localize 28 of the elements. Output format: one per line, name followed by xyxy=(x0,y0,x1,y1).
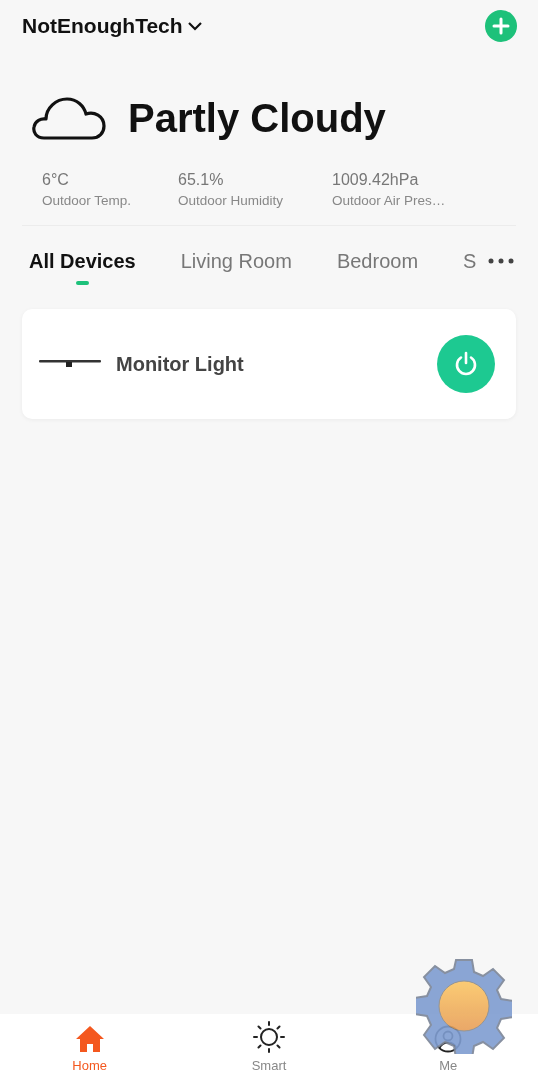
add-button[interactable] xyxy=(485,10,517,42)
room-tab[interactable]: All Devices xyxy=(29,246,136,276)
tab-indicator xyxy=(75,281,89,285)
room-tab[interactable]: Bedroom xyxy=(336,246,419,276)
stat-value: 6°C xyxy=(42,170,70,190)
device-name: Monitor Light xyxy=(116,352,245,377)
nav-tab[interactable]: Smart xyxy=(179,1014,359,1080)
device-card[interactable]: Monitor Light xyxy=(22,309,516,419)
more-icon[interactable] xyxy=(488,258,514,264)
chevron-down-icon[interactable] xyxy=(187,21,202,31)
weather-condition: Partly Cloudy xyxy=(128,98,386,138)
light-bar-icon xyxy=(39,359,101,369)
stat-value: 1009.42hPa xyxy=(332,170,420,190)
room-tab[interactable]: Living Room xyxy=(180,246,292,276)
stat-label: Outdoor Humidity xyxy=(178,192,285,210)
power-button[interactable] xyxy=(437,335,495,393)
home-icon xyxy=(74,1024,105,1053)
nav-tab[interactable]: Home xyxy=(0,1014,180,1080)
power-icon xyxy=(453,351,479,377)
gear-overlay-icon[interactable] xyxy=(416,958,512,1054)
cloud-icon xyxy=(32,96,106,140)
stat-label: Outdoor Air Pres… xyxy=(332,192,447,210)
plus-icon xyxy=(492,17,510,35)
home-name[interactable]: NotEnoughTech xyxy=(22,10,183,42)
stat-label: Outdoor Temp. xyxy=(42,192,133,210)
room-tab[interactable]: S xyxy=(463,246,477,276)
sun-icon xyxy=(253,1020,285,1053)
stat-value: 65.1% xyxy=(178,170,225,190)
